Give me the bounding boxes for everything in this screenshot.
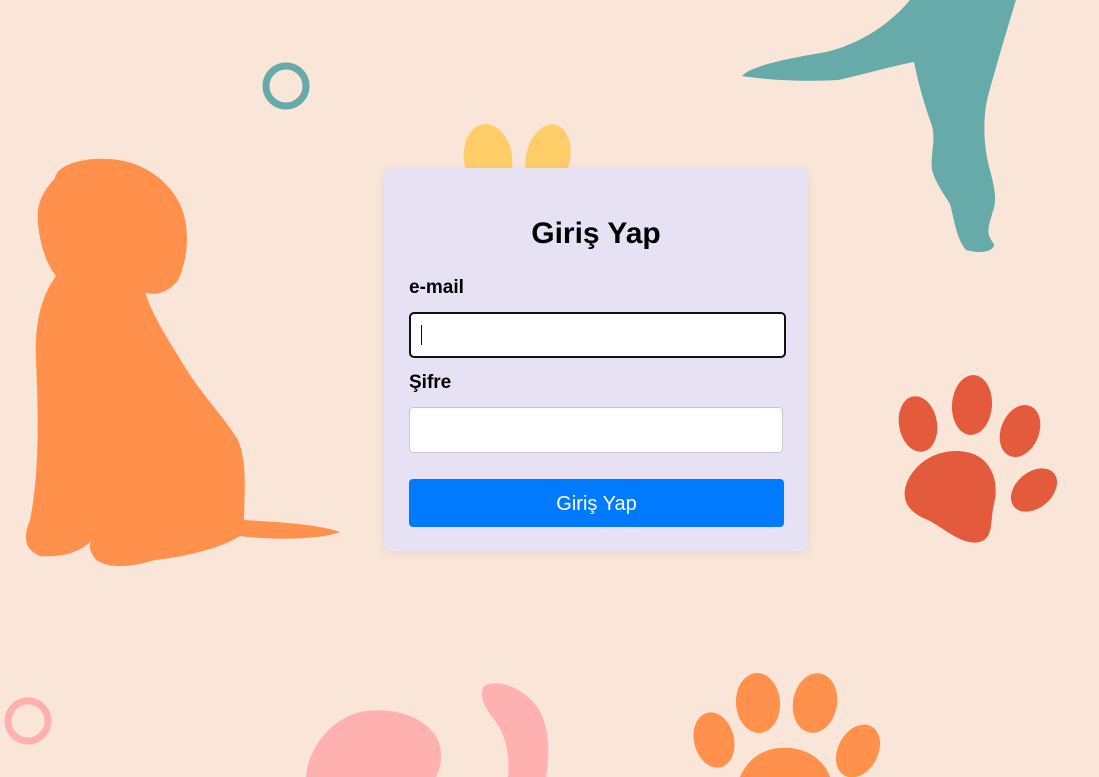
paw-print-icon — [693, 673, 881, 777]
sitting-dog-icon — [25, 158, 340, 567]
login-title: Giriş Yap — [531, 217, 661, 250]
email-label: e-mail — [409, 277, 464, 298]
text-cursor — [421, 325, 422, 345]
ring-icon — [4, 697, 52, 745]
ring-icon — [262, 62, 310, 110]
email-field[interactable] — [409, 312, 786, 358]
login-card: Giriş Yap e-mail Şifre Giriş Yap — [384, 168, 808, 551]
password-field[interactable] — [409, 407, 783, 453]
blob-icon — [306, 683, 549, 777]
password-label: Şifre — [409, 372, 452, 393]
login-button[interactable]: Giriş Yap — [409, 479, 784, 527]
paw-print-icon — [898, 375, 1058, 543]
